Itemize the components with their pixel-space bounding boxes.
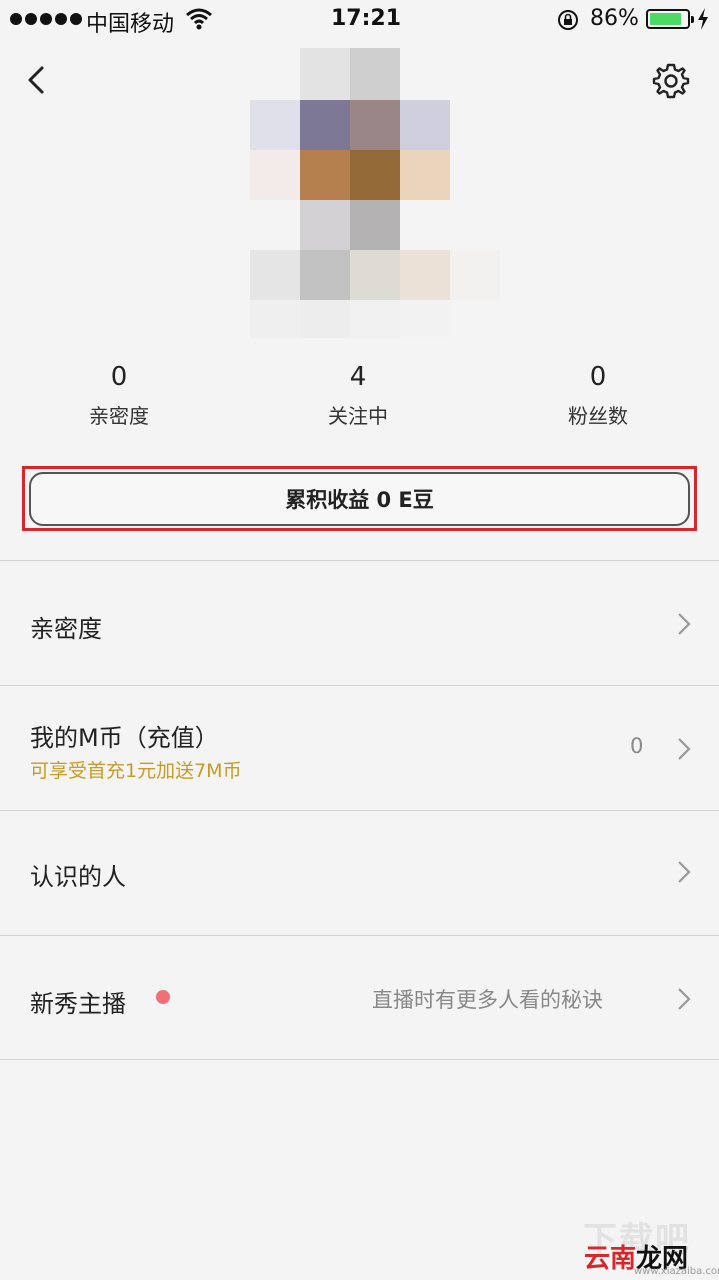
profile-screen: 中国移动 17:21 86% 0 亲密度 4 关注中 0 粉丝数 累积收益 0 …	[0, 0, 719, 1280]
gear-icon	[652, 63, 690, 99]
status-bar: 中国移动 17:21 86%	[0, 0, 719, 40]
rotation-lock-icon	[558, 10, 578, 30]
charging-icon	[698, 8, 708, 30]
menu-item-known-people[interactable]: 认识的人	[0, 811, 719, 935]
carrier-name: 中国移动	[86, 12, 175, 37]
back-button[interactable]	[22, 62, 54, 98]
chevron-right-icon	[678, 988, 691, 1010]
chevron-right-icon	[678, 861, 691, 883]
clock: 17:21	[331, 6, 402, 31]
menu-item-intimacy[interactable]: 亲密度	[0, 561, 719, 685]
stat-value: 4	[349, 362, 367, 392]
settings-button[interactable]	[652, 62, 690, 100]
stat-fans[interactable]: 0 粉丝数	[528, 362, 668, 429]
divider	[0, 1059, 719, 1060]
stat-label: 亲密度	[89, 404, 149, 428]
stat-label: 关注中	[328, 404, 388, 428]
battery-icon	[646, 9, 694, 29]
stat-following[interactable]: 4 关注中	[288, 362, 428, 429]
menu-item-title: 认识的人	[30, 863, 126, 891]
wifi-icon	[186, 8, 212, 30]
menu-item-subtitle: 可享受首充1元加送7M币	[30, 760, 242, 782]
stat-value: 0	[110, 362, 128, 392]
stat-intimacy[interactable]: 0 亲密度	[49, 362, 189, 429]
menu-item-new-anchor[interactable]: 新秀主播 直播时有更多人看的秘诀	[0, 936, 719, 1060]
chevron-right-icon	[678, 613, 691, 635]
menu-item-title: 亲密度	[30, 615, 102, 643]
stat-label: 粉丝数	[568, 404, 628, 428]
menu-item-title: 新秀主播	[30, 990, 126, 1018]
new-badge-dot	[156, 990, 170, 1004]
menu-item-mcoin[interactable]: 我的M币（充值） 可享受首充1元加送7M币 0	[0, 686, 719, 810]
menu-item-title: 我的M币（充值）	[30, 724, 219, 752]
watermark-text-a: 云南	[584, 1244, 637, 1274]
signal-strength-icon	[10, 13, 82, 25]
watermark-url: www.xiazaiba.com	[634, 1266, 719, 1277]
battery-percent: 86%	[590, 6, 639, 31]
earnings-button[interactable]: 累积收益 0 E豆	[29, 472, 690, 526]
chevron-right-icon	[678, 738, 691, 760]
menu-item-hint: 直播时有更多人看的秘诀	[372, 988, 603, 1012]
mcoin-balance: 0	[630, 734, 644, 758]
stat-value: 0	[589, 362, 607, 392]
avatar[interactable]	[248, 48, 500, 338]
